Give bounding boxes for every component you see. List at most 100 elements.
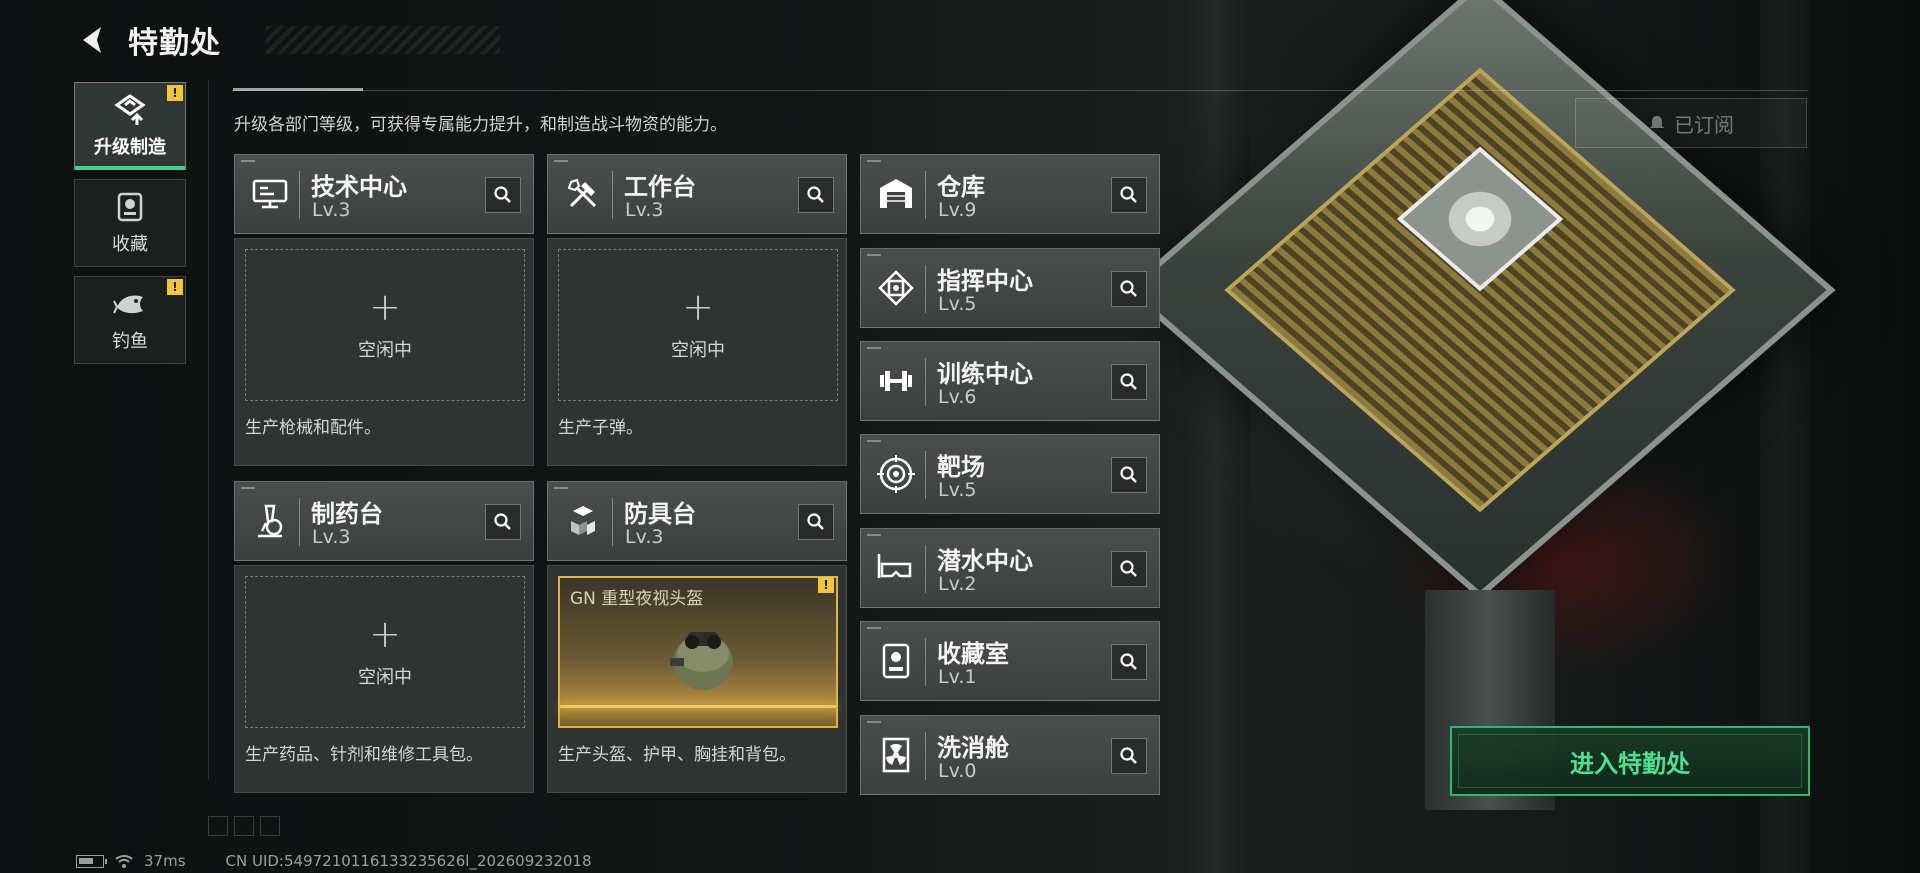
search-icon <box>807 186 824 203</box>
night-vision-helmet-icon <box>670 632 733 690</box>
search-button[interactable] <box>798 177 834 213</box>
dept-tech-center[interactable]: 技术中心 Lv.3 <box>234 154 534 234</box>
dept-level: Lv.0 <box>938 760 977 782</box>
bottom-decoration <box>208 816 280 836</box>
production-desc: 生产子弹。 <box>558 418 643 438</box>
production-slot[interactable]: + 空闲中 <box>245 249 525 401</box>
dept-pharmacy[interactable]: 制药台 Lv.3 <box>234 481 534 561</box>
status-bar: 37ms CN UID:5497210116133235626l_2026092… <box>76 852 592 870</box>
divider-vertical <box>208 80 209 780</box>
tools-icon <box>558 169 608 219</box>
alert-badge: ! <box>818 577 834 593</box>
search-icon <box>1120 747 1137 764</box>
divider-accent <box>233 88 363 91</box>
search-icon <box>1120 560 1137 577</box>
background-pillar <box>1180 0 1250 873</box>
search-button[interactable] <box>485 504 521 540</box>
dept-level: Lv.3 <box>312 526 351 548</box>
plus-icon: + <box>682 285 714 329</box>
search-button[interactable] <box>1111 457 1147 493</box>
enter-button-label: 进入特勤处 <box>1570 749 1690 778</box>
collection-icon <box>113 190 147 224</box>
dept-name: 防具台 <box>624 500 696 528</box>
nav-item-upgrade-build[interactable]: ! 升级制造 <box>74 82 186 170</box>
dept-collection-room[interactable]: 收藏室 Lv.1 <box>860 621 1160 701</box>
search-icon <box>1120 466 1137 483</box>
uid-text: CN UID:5497210116133235626l_202609232018 <box>225 852 592 870</box>
dept-level: Lv.1 <box>938 666 977 688</box>
search-icon <box>1120 373 1137 390</box>
bell-icon <box>1650 116 1664 128</box>
dept-name: 指挥中心 <box>937 267 1033 295</box>
dept-level: Lv.3 <box>625 526 664 548</box>
side-nav: ! 升级制造 收藏 ! 钓鱼 <box>74 82 186 373</box>
production-desc: 生产药品、针剂和维修工具包。 <box>245 745 483 765</box>
wifi-icon <box>115 855 133 868</box>
back-arrow-icon[interactable] <box>76 23 110 57</box>
fish-icon <box>113 287 147 321</box>
plus-icon: + <box>369 285 401 329</box>
search-button[interactable] <box>1111 364 1147 400</box>
dept-name: 工作台 <box>624 173 696 201</box>
divider-line <box>233 90 1808 91</box>
plus-icon: + <box>369 612 401 656</box>
page-title: 特勤处 <box>128 26 221 61</box>
diving-mask-icon <box>871 543 921 593</box>
nav-label: 收藏 <box>112 234 148 255</box>
subscribed-label: 已订阅 <box>1674 112 1734 137</box>
nav-label: 升级制造 <box>94 137 166 158</box>
search-button[interactable] <box>485 177 521 213</box>
dept-level: Lv.3 <box>625 199 664 221</box>
slot-status: 空闲中 <box>671 340 725 361</box>
dept-name: 洗消舱 <box>937 734 1009 762</box>
nav-item-fishing[interactable]: ! 钓鱼 <box>74 276 186 364</box>
cubes-icon <box>558 496 608 546</box>
dept-diving-center[interactable]: 潜水中心 Lv.2 <box>860 528 1160 608</box>
search-button[interactable] <box>1111 738 1147 774</box>
subscribed-button[interactable]: 已订阅 <box>1575 98 1807 148</box>
item-name: GN 重型夜视头盔 <box>570 589 704 609</box>
dept-level: Lv.2 <box>938 573 977 595</box>
search-icon <box>494 186 511 203</box>
search-button[interactable] <box>1111 177 1147 213</box>
dept-training-center[interactable]: 训练中心 Lv.6 <box>860 341 1160 421</box>
dept-command-center[interactable]: 指挥中心 Lv.5 <box>860 248 1160 328</box>
dept-armor-bench[interactable]: 防具台 Lv.3 <box>547 481 847 561</box>
dept-name: 潜水中心 <box>937 547 1033 575</box>
production-panel-tech-center: + 空闲中 生产枪械和配件。 <box>234 238 534 466</box>
production-desc: 生产头盔、护甲、胸挂和背包。 <box>558 745 796 765</box>
dept-name: 制药台 <box>311 500 383 528</box>
target-icon <box>871 449 921 499</box>
search-icon <box>494 513 511 530</box>
slot-status: 空闲中 <box>358 340 412 361</box>
production-slot[interactable]: + 空闲中 <box>245 576 525 728</box>
slot-status: 空闲中 <box>358 667 412 688</box>
collection-room-icon <box>871 636 921 686</box>
nav-item-collection[interactable]: 收藏 <box>74 179 186 267</box>
search-button[interactable] <box>1111 271 1147 307</box>
production-panel-armor-bench: GN 重型夜视头盔 ! 生产头盔、护甲、胸挂和背包。 <box>547 565 847 793</box>
production-item-card[interactable]: GN 重型夜视头盔 ! <box>558 576 838 728</box>
alert-badge: ! <box>167 279 183 295</box>
dept-level: Lv.5 <box>938 293 977 315</box>
search-button[interactable] <box>798 504 834 540</box>
search-icon <box>1120 653 1137 670</box>
dept-shooting-range[interactable]: 靶场 Lv.5 <box>860 434 1160 514</box>
header-decoration <box>266 26 500 54</box>
warehouse-icon <box>871 169 921 219</box>
production-slot[interactable]: + 空闲中 <box>558 249 838 401</box>
ping-text: 37ms <box>144 852 186 870</box>
enter-special-ops-button[interactable]: 进入特勤处 <box>1450 726 1810 796</box>
search-button[interactable] <box>1111 551 1147 587</box>
alert-badge: ! <box>167 85 183 101</box>
monitor-icon <box>245 169 295 219</box>
chip-icon <box>871 263 921 313</box>
search-button[interactable] <box>1111 644 1147 680</box>
dept-workbench[interactable]: 工作台 Lv.3 <box>547 154 847 234</box>
dept-decon-chamber[interactable]: 洗消舱 Lv.0 <box>860 715 1160 795</box>
search-icon <box>1120 186 1137 203</box>
dept-name: 靶场 <box>937 453 985 481</box>
dept-name: 技术中心 <box>311 173 407 201</box>
dept-level: Lv.9 <box>938 199 977 221</box>
dept-warehouse[interactable]: 仓库 Lv.9 <box>860 154 1160 234</box>
